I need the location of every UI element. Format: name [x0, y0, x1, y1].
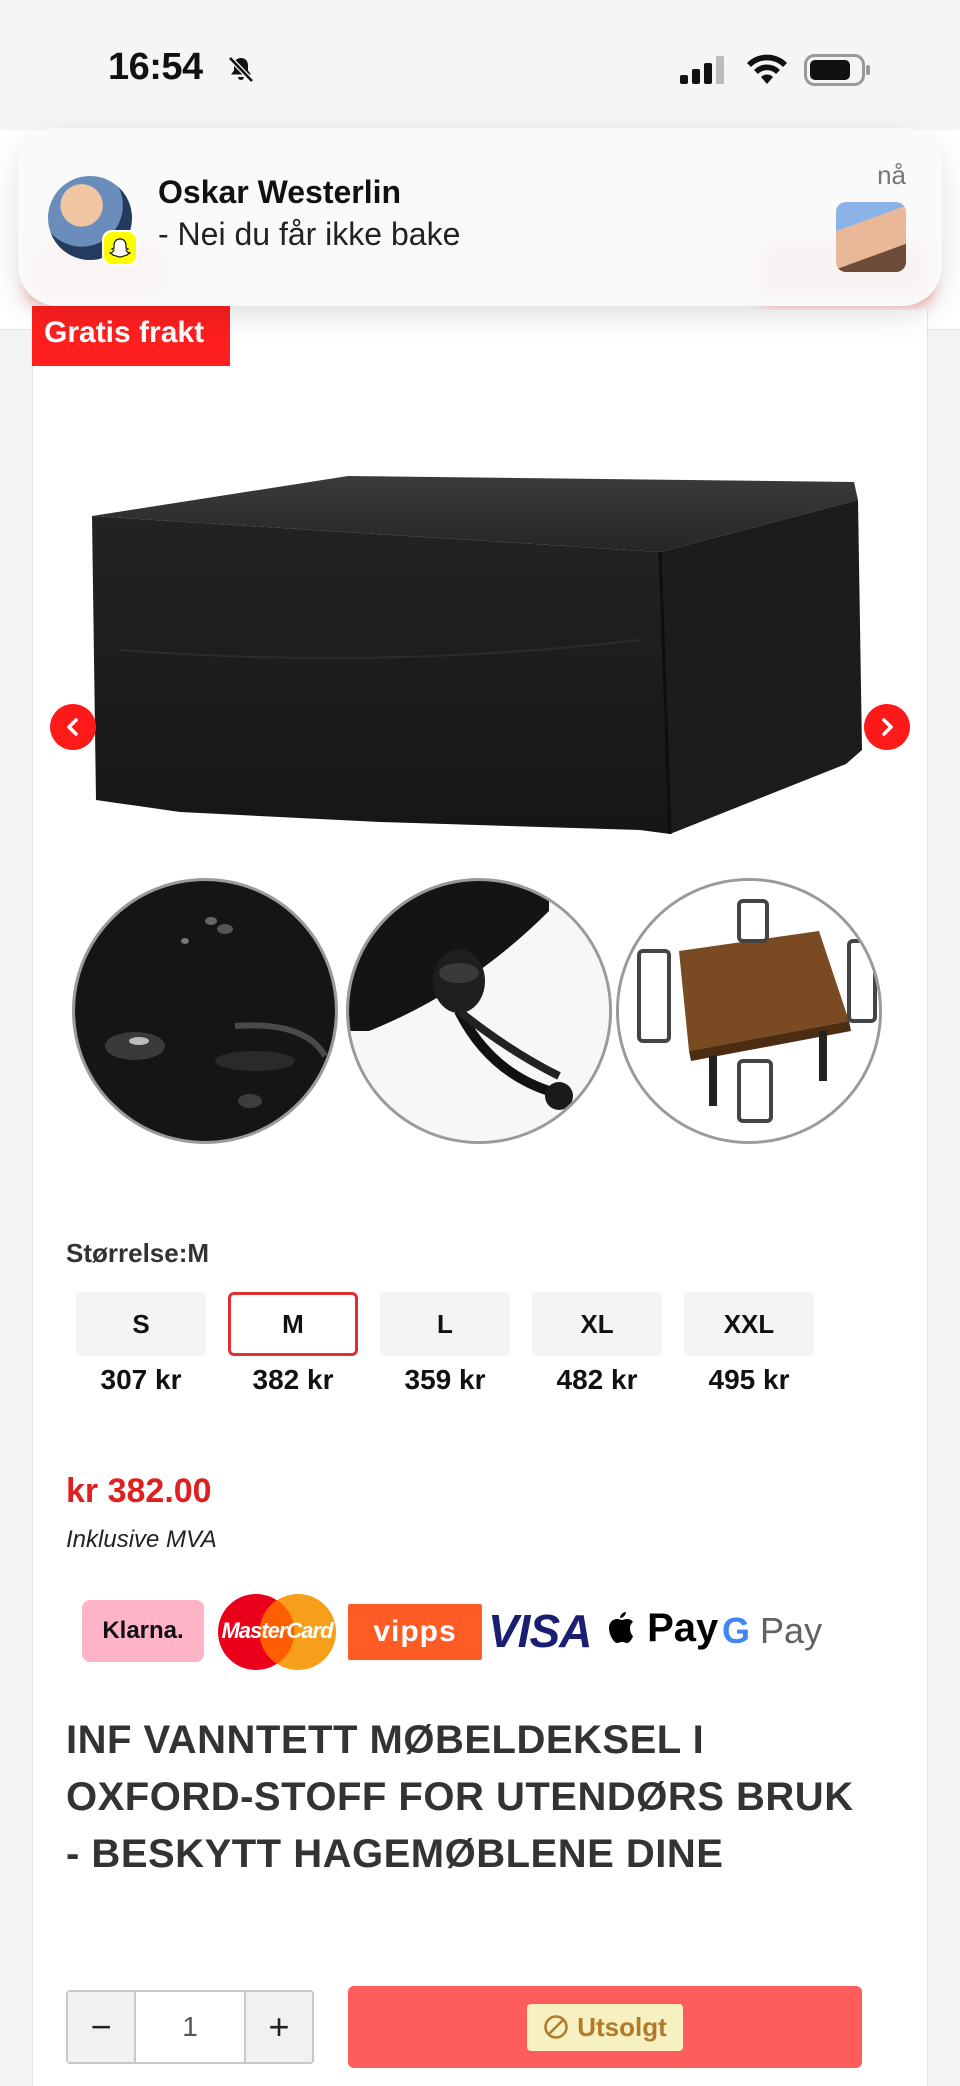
carousel-next-button[interactable]: [864, 704, 910, 750]
size-option-xxl[interactable]: XXL: [684, 1292, 814, 1356]
thumbnail-image: [349, 881, 609, 1141]
sold-out-button[interactable]: Utsolgt: [348, 1986, 862, 2068]
vat-note: Inklusive MVA: [66, 1526, 217, 1553]
mastercard-label: MasterCard: [221, 1618, 333, 1643]
visa-logo: VISA: [488, 1605, 592, 1657]
quantity-increase-button[interactable]: +: [244, 1992, 312, 2062]
ban-icon: [544, 2015, 568, 2039]
ghost-icon: [109, 238, 131, 258]
size-price-s: 307 kr: [100, 1364, 182, 1395]
size-option-xl[interactable]: XL: [532, 1292, 662, 1356]
thumbnail-water-droplets[interactable]: [72, 878, 338, 1144]
product-main-image[interactable]: [80, 440, 880, 860]
quantity-input[interactable]: 1: [136, 1992, 244, 2062]
notification-thumbnail: [836, 202, 906, 272]
sold-out-chip: Utsolgt: [527, 2003, 683, 2051]
apple-pay-label: Pay: [647, 1606, 719, 1650]
thumbnail-drawstring[interactable]: [346, 878, 612, 1144]
bell-muted-icon: [228, 56, 254, 83]
apple-pay-logo: Pay: [606, 1606, 718, 1651]
free-shipping-badge: Gratis frakt: [32, 306, 230, 366]
cellular-signal-icon: [680, 56, 724, 84]
size-price-xxl: 495 kr: [708, 1364, 790, 1395]
thumbnail-image: [619, 881, 879, 1141]
apple-icon: [609, 1612, 633, 1643]
notification-sender: Oskar Westerlin: [158, 174, 402, 210]
status-bar: 16:54: [0, 0, 960, 130]
thumbnail-image: [75, 881, 335, 1141]
vipps-logo: vipps: [348, 1604, 482, 1660]
klarna-logo: Klarna.: [82, 1600, 204, 1662]
size-price-l: 359 kr: [404, 1364, 486, 1395]
mastercard-logo: MasterCard: [212, 1592, 342, 1672]
size-price-m: 382 kr: [252, 1364, 334, 1395]
notification-time: nå: [877, 160, 906, 190]
quantity-decrease-button[interactable]: −: [68, 1992, 136, 2062]
product-price: kr 382.00: [66, 1472, 212, 1510]
push-notification[interactable]: Oskar Westerlin - Nei du får ikke bake n…: [18, 128, 942, 306]
google-pay-label: Pay: [760, 1610, 823, 1651]
size-price-xl: 482 kr: [556, 1364, 638, 1395]
size-label: Størrelse:M: [66, 1238, 210, 1268]
google-pay-logo: G Pay: [722, 1610, 822, 1652]
google-g-icon: G: [722, 1610, 751, 1651]
notification-message: - Nei du får ikke bake: [158, 216, 461, 252]
thumbnail-dining-table[interactable]: [616, 878, 882, 1144]
chevron-left-icon: [67, 718, 78, 736]
size-option-l[interactable]: L: [380, 1292, 510, 1356]
snapchat-icon: [102, 230, 138, 266]
quantity-stepper: − 1 +: [66, 1990, 314, 2064]
battery-icon: [804, 54, 870, 86]
status-time: 16:54: [108, 46, 203, 88]
chevron-right-icon: [882, 718, 893, 736]
size-option-s[interactable]: S: [76, 1292, 206, 1356]
size-option-m[interactable]: M: [228, 1292, 358, 1356]
sold-out-label: Utsolgt: [577, 2011, 667, 2042]
carousel-prev-button[interactable]: [50, 704, 96, 750]
wifi-icon: [747, 54, 787, 84]
product-title: INF VANNTETT MØBELDEKSEL I OXFORD-STOFF …: [66, 1718, 854, 1876]
